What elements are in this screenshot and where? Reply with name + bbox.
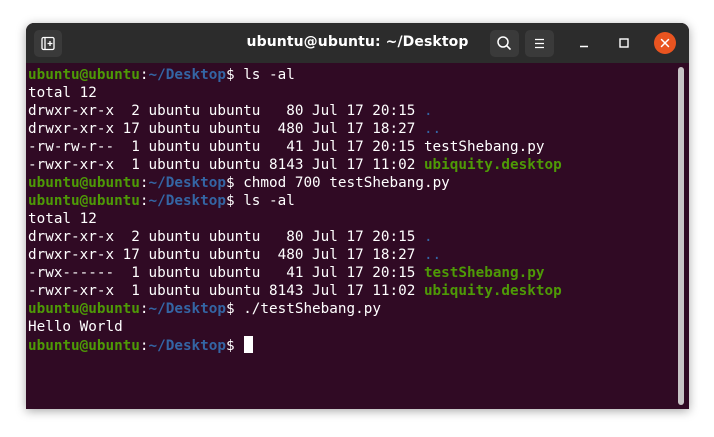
prompt-user: ubuntu@ubuntu <box>28 175 140 191</box>
file-name: . <box>423 103 433 119</box>
prompt-separator: : <box>139 67 149 83</box>
scrollbar[interactable] <box>678 67 684 405</box>
terminal-line: drwxr-xr-x 17 ubuntu ubuntu 480 Jul 17 1… <box>28 246 562 264</box>
terminal-line: drwxr-xr-x 2 ubuntu ubuntu 80 Jul 17 20:… <box>28 102 562 120</box>
terminal-line: -rwx------ 1 ubuntu ubuntu 41 Jul 17 20:… <box>28 264 562 282</box>
terminal-line: drwxr-xr-x 2 ubuntu ubuntu 80 Jul 17 20:… <box>28 228 562 246</box>
prompt-symbol: $ <box>225 193 235 209</box>
prompt-separator: : <box>139 193 149 209</box>
terminal-line: ubuntu@ubuntu:~/Desktop$ chmod 700 testS… <box>28 174 562 192</box>
file-name: testShebang.py <box>423 139 545 155</box>
minimize-button[interactable] <box>572 31 596 55</box>
terminal-line: total 12 <box>28 84 562 102</box>
file-metadata: drwxr-xr-x 17 ubuntu ubuntu 480 Jul 17 1… <box>28 247 424 263</box>
file-name: testShebang.py <box>423 265 545 281</box>
hamburger-menu-icon <box>535 38 544 49</box>
terminal-line: ubuntu@ubuntu:~/Desktop$ ls -al <box>28 66 562 84</box>
file-name: . <box>423 229 433 245</box>
title-bar[interactable]: ubuntu@ubuntu: ~/Desktop <box>26 23 689 63</box>
prompt-path: ~/Desktop <box>148 175 226 191</box>
file-metadata: drwxr-xr-x 17 ubuntu ubuntu 480 Jul 17 1… <box>28 121 424 137</box>
terminal-line: -rwxr-xr-x 1 ubuntu ubuntu 8143 Jul 17 1… <box>28 156 562 174</box>
prompt-path: ~/Desktop <box>148 193 226 209</box>
prompt-user: ubuntu@ubuntu <box>28 67 140 83</box>
prompt-user: ubuntu@ubuntu <box>28 301 140 317</box>
file-metadata: -rw-rw-r-- 1 ubuntu ubuntu 41 Jul 17 20:… <box>28 139 424 155</box>
terminal-line: Hello World <box>28 318 562 336</box>
file-metadata: -rwxr-xr-x 1 ubuntu ubuntu 8143 Jul 17 1… <box>28 283 424 299</box>
terminal-line: -rwxr-xr-x 1 ubuntu ubuntu 8143 Jul 17 1… <box>28 282 562 300</box>
terminal-line: ubuntu@ubuntu:~/Desktop$ ls -al <box>28 192 562 210</box>
search-button[interactable] <box>490 30 519 57</box>
prompt-separator: : <box>139 301 149 317</box>
search-icon <box>497 36 511 50</box>
command-text: ls -al <box>234 67 295 83</box>
file-name: .. <box>423 121 442 137</box>
prompt-separator: : <box>139 175 149 191</box>
prompt-user: ubuntu@ubuntu <box>28 338 140 354</box>
text-cursor <box>243 336 253 353</box>
prompt-path: ~/Desktop <box>148 301 226 317</box>
command-text: chmod 700 testShebang.py <box>234 175 450 191</box>
maximize-button[interactable] <box>612 31 636 55</box>
terminal-line: ubuntu@ubuntu:~/Desktop$ ./testShebang.p… <box>28 300 562 318</box>
prompt-path: ~/Desktop <box>148 67 226 83</box>
minimize-icon <box>580 45 588 48</box>
maximize-icon <box>619 38 629 48</box>
file-name: .. <box>423 247 442 263</box>
terminal-line: total 12 <box>28 210 562 228</box>
close-button[interactable] <box>654 32 676 54</box>
terminal-window: ubuntu@ubuntu: ~/Desktop ubuntu@ubuntu:~… <box>26 23 689 409</box>
prompt-symbol: $ <box>225 175 235 191</box>
output-text: total 12 <box>28 85 97 101</box>
terminal-line: ubuntu@ubuntu:~/Desktop$ <box>28 336 562 354</box>
prompt-symbol: $ <box>225 338 235 354</box>
file-name: ubiquity.desktop <box>423 157 562 173</box>
close-icon <box>660 38 670 48</box>
terminal-line: -rw-rw-r-- 1 ubuntu ubuntu 41 Jul 17 20:… <box>28 138 562 156</box>
file-metadata: drwxr-xr-x 2 ubuntu ubuntu 80 Jul 17 20:… <box>28 229 424 245</box>
command-text: ls -al <box>234 193 295 209</box>
prompt-path: ~/Desktop <box>148 338 226 354</box>
prompt-user: ubuntu@ubuntu <box>28 193 140 209</box>
menu-button[interactable] <box>525 30 554 57</box>
output-text: Hello World <box>28 319 123 335</box>
file-name: ubiquity.desktop <box>423 283 562 299</box>
file-metadata: -rwx------ 1 ubuntu ubuntu 41 Jul 17 20:… <box>28 265 424 281</box>
file-metadata: drwxr-xr-x 2 ubuntu ubuntu 80 Jul 17 20:… <box>28 103 424 119</box>
command-text: ./testShebang.py <box>234 301 381 317</box>
output-text: total 12 <box>28 211 97 227</box>
terminal-line: drwxr-xr-x 17 ubuntu ubuntu 480 Jul 17 1… <box>28 120 562 138</box>
terminal-lines: ubuntu@ubuntu:~/Desktop$ ls -al total 12 d… <box>28 66 562 354</box>
file-metadata: -rwxr-xr-x 1 ubuntu ubuntu 8143 Jul 17 1… <box>28 157 424 173</box>
prompt-symbol: $ <box>225 301 235 317</box>
prompt-separator: : <box>139 338 149 354</box>
terminal-output[interactable]: ubuntu@ubuntu:~/Desktop$ ls -al total 12 d… <box>26 63 689 409</box>
prompt-symbol: $ <box>225 67 235 83</box>
